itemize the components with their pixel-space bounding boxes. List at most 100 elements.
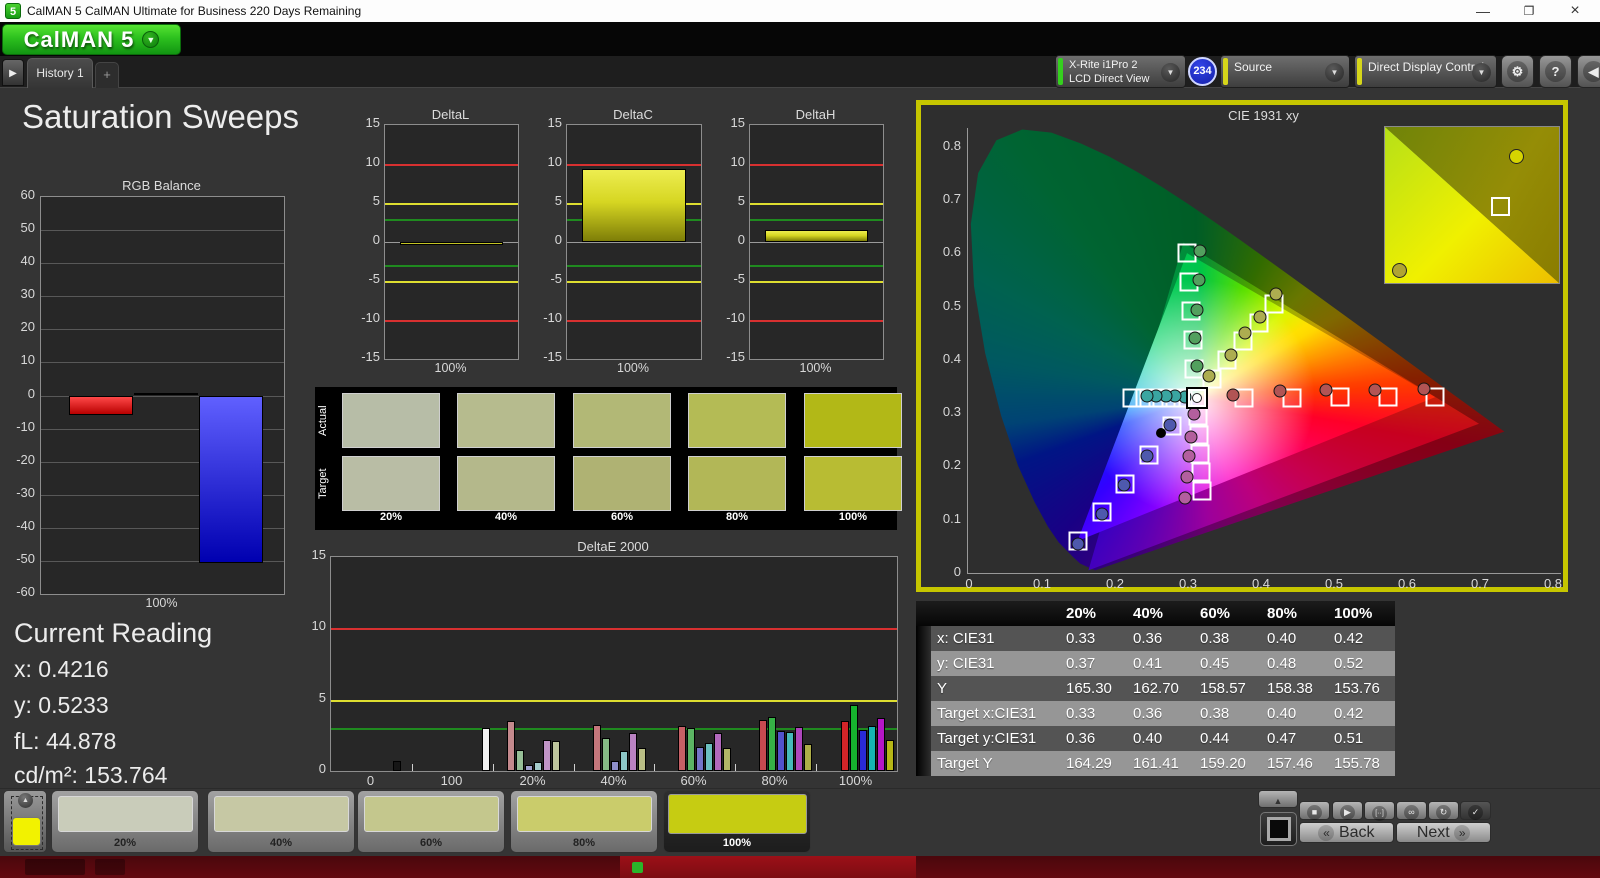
accept-button[interactable]: ✓: [1460, 801, 1491, 820]
table-cell: 161.41: [1127, 751, 1194, 776]
patch-col-label: 100%: [804, 511, 902, 523]
chevron-down-icon: ▼: [142, 31, 159, 48]
deltae-plot: [330, 556, 898, 772]
play-button[interactable]: ▶: [1332, 801, 1363, 820]
check-icon: ✓: [1468, 805, 1483, 820]
zero-line: [750, 242, 883, 243]
patch-select-button-100%[interactable]: 100%: [663, 790, 811, 853]
patch-select-button-40%[interactable]: 40%: [207, 790, 355, 853]
axis-label: 15: [350, 115, 380, 130]
deltae-bar: [543, 740, 551, 771]
deltae-bar: [841, 721, 849, 771]
table-row-strip: [916, 726, 931, 751]
range-read-button[interactable]: [··]: [1364, 801, 1395, 820]
axis-label: -5: [350, 271, 380, 286]
zero-line: [567, 242, 701, 243]
cluster-label: 0: [330, 773, 411, 788]
current-patch-indicator[interactable]: ▲: [3, 790, 47, 853]
patch-swatch: [342, 393, 440, 448]
axis-label: -5: [532, 271, 562, 286]
tab-history-1[interactable]: History 1: [27, 58, 93, 88]
patch-swatch: [804, 393, 902, 448]
patch-button-label: 40%: [208, 837, 354, 849]
minimize-button[interactable]: —: [1460, 0, 1506, 22]
threshold-line: [331, 628, 897, 630]
table-cell: 0.52: [1328, 651, 1395, 676]
refresh-button[interactable]: ↻: [1428, 801, 1459, 820]
cie-measured-circle: [1274, 385, 1287, 398]
help-button[interactable]: ?: [1539, 55, 1572, 88]
calman-logo-button[interactable]: CalMAN 5 ▼: [2, 24, 181, 55]
axis-label: -20: [0, 452, 35, 467]
pattern-window-button[interactable]: [1260, 812, 1297, 846]
cie-measured-circle: [1188, 408, 1201, 421]
restore-button[interactable]: ❐: [1506, 0, 1552, 22]
meter-count-badge[interactable]: 234: [1188, 57, 1217, 86]
patch-select-button-60%[interactable]: 60%: [357, 790, 505, 853]
deltae-bar: [786, 732, 794, 771]
background-app-icon: [632, 862, 643, 873]
axis-label: 10: [532, 154, 562, 169]
axis-label: 0: [296, 761, 326, 776]
page-title: Saturation Sweeps: [22, 98, 299, 136]
cluster-label: 100%: [815, 773, 896, 788]
stop-icon: ■: [1307, 805, 1322, 820]
table-cell: 165.30: [1060, 676, 1127, 701]
refresh-icon: ↻: [1436, 805, 1451, 820]
calman-window: 5 CalMAN 5 CalMAN Ultimate for Business …: [0, 0, 1600, 878]
table-cell: 0.36: [1060, 726, 1127, 751]
tab-nav-arrow-button[interactable]: ▶: [2, 59, 24, 86]
close-button[interactable]: ×: [1552, 0, 1598, 22]
cie-measured-circle: [1189, 331, 1202, 344]
cie-measured-circle: [1269, 288, 1282, 301]
threshold-line: [567, 320, 701, 322]
table-row-strip: [916, 676, 931, 701]
back-button[interactable]: « Back: [1299, 822, 1394, 843]
inset-measured-circle: [1392, 263, 1407, 278]
next-button[interactable]: Next »: [1396, 822, 1491, 843]
axis-label: 0.1: [925, 511, 961, 526]
table-cell: 159.20: [1194, 751, 1261, 776]
deltae-bar: [714, 733, 722, 772]
popup-panel-button[interactable]: ▲: [1258, 790, 1298, 808]
stop-button[interactable]: ■: [1299, 801, 1330, 820]
settings-button[interactable]: ⚙: [1501, 55, 1534, 88]
cie-title: CIE 1931 xy: [967, 108, 1560, 123]
add-tab-button[interactable]: +: [95, 62, 119, 88]
infinity-icon: ∞: [1404, 805, 1419, 820]
deltae-bar: [687, 728, 695, 772]
patch-row-label: Actual: [317, 393, 333, 448]
rgb-bar-red: [69, 396, 133, 416]
logo-strip: [0, 22, 1600, 56]
table-cell: y: CIE31: [931, 651, 1060, 676]
continuous-read-button[interactable]: ∞: [1396, 801, 1427, 820]
table-cell: 0.44: [1194, 726, 1261, 751]
patch-col-label: 60%: [573, 511, 671, 523]
table-row-strip: [916, 701, 931, 726]
deltae-bar: [696, 747, 704, 771]
gear-icon: ⚙: [1507, 61, 1528, 82]
meter-status-strip: [1058, 58, 1063, 85]
cie-measured-circle: [1096, 508, 1109, 521]
cie-target-square: [1191, 463, 1210, 482]
axis-label: 5: [715, 193, 745, 208]
table-row-strip: [916, 651, 931, 676]
axis-label: 0.8: [1533, 576, 1573, 591]
grid-line: [41, 362, 284, 363]
patch-col-label: 80%: [688, 511, 786, 523]
axis-label: 5: [532, 193, 562, 208]
table-cell: x: CIE31: [931, 626, 1060, 651]
patch-select-button-20%[interactable]: 20%: [51, 790, 199, 853]
cie-measured-circle: [1239, 327, 1252, 340]
patch-select-button-80%[interactable]: 80%: [510, 790, 658, 853]
patch-swatch: [342, 456, 440, 511]
threshold-line: [750, 265, 883, 267]
meter-dropdown[interactable]: X-Rite i1Pro 2 LCD Direct View ▼: [1055, 55, 1186, 88]
range-read-icon: [··]: [1372, 806, 1387, 821]
display-control-dropdown[interactable]: Direct Display Control ▼: [1354, 55, 1497, 88]
collapse-toolbar-button[interactable]: ◀: [1577, 55, 1600, 88]
deltae-bar: [705, 743, 713, 772]
source-dropdown[interactable]: Source ▼: [1220, 55, 1350, 88]
threshold-line: [385, 203, 518, 205]
threshold-line: [385, 164, 518, 166]
